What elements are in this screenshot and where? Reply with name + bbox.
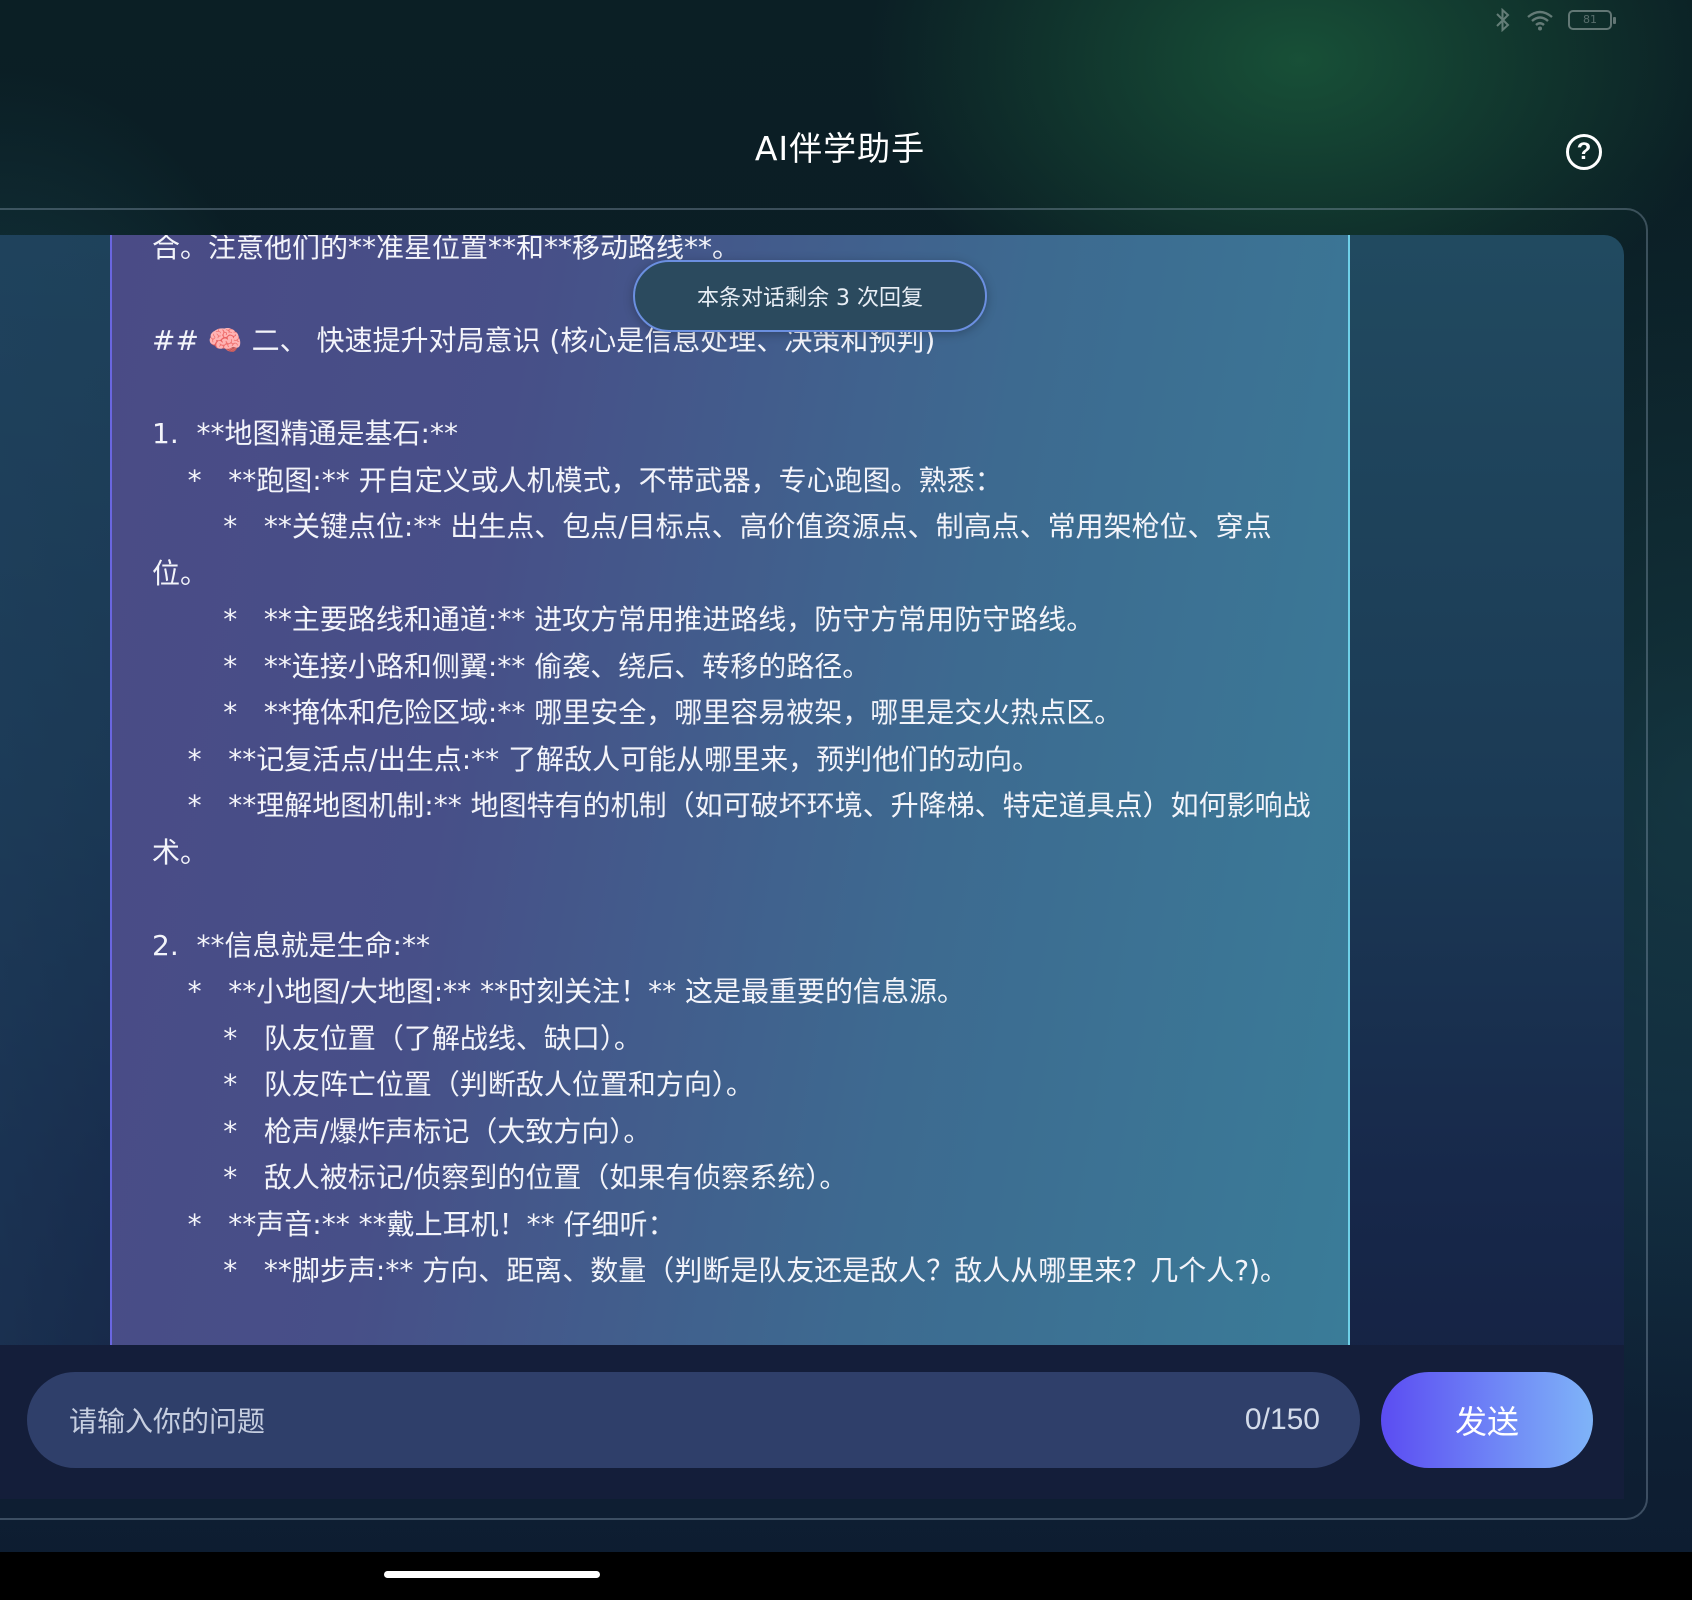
ai-message-bubble: 合。注意他们的**准星位置**和**移动路线**。 ## 🧠 二、 快速提升对局… [110,235,1350,1345]
question-circle-icon: ? [1576,138,1592,165]
chat-panel[interactable]: 合。注意他们的**准星位置**和**移动路线**。 ## 🧠 二、 快速提升对局… [0,235,1624,1499]
home-indicator[interactable] [384,1571,600,1578]
message-line: * **跑图:** 开自定义或人机模式，不带武器，专心跑图。熟悉： [152,463,1003,497]
message-line: * **主要路线和通道:** 进攻方常用推进路线，防守方常用防守路线。 [152,603,1095,636]
page-title: AI伴学助手 [754,129,926,168]
char-counter: 0/150 [1244,1403,1320,1436]
question-input[interactable] [67,1372,1171,1470]
message-line: * **声音:** **戴上耳机！** 仔细听： [152,1207,676,1241]
message-line: * 枪声/爆炸声标记（大致方向）。 [152,1114,652,1148]
message-line: * **连接小路和侧翼:** 偷袭、绕后、转移的路径。 [152,649,871,683]
help-button[interactable]: ? [1566,134,1602,170]
remaining-replies-text: 本条对话剩余 3 次回复 [697,286,923,311]
ai-message-content: 合。注意他们的**准星位置**和**移动路线**。 ## 🧠 二、 快速提升对局… [152,235,1322,1295]
message-line: * **小地图/大地图:** **时刻关注！** 这是最重要的信息源。 [152,975,965,1008]
wifi-icon [1526,9,1554,31]
message-line: * 队友阵亡位置（判断敌人位置和方向）。 [152,1068,754,1101]
message-line: * **记复活点/出生点:** 了解敌人可能从哪里来，预判他们的动向。 [152,742,1041,776]
message-line: * 敌人被标记/侦察到的位置（如果有侦察系统）。 [152,1161,848,1194]
send-button[interactable]: 发送 [1381,1372,1593,1468]
message-line: * **关键点位:** 出生点、包点/目标点、高价值资源点、制高点、常用架枪位、… [152,510,1272,590]
message-line: * **理解地图机制:** 地图特有的机制（如可破坏环境、升降梯、特定道具点）如… [152,789,1311,869]
status-bar: 81 [1494,8,1616,32]
message-line: * **脚步声:** 方向、距离、数量（判断是队友还是敌人？敌人从哪里来？几个人… [152,1254,1289,1287]
battery-indicator: 81 [1568,10,1616,30]
message-line [152,365,1322,412]
system-nav-bar [0,1552,1692,1600]
message-line: 2. **信息就是生命:** [152,928,430,962]
message-line [152,876,1322,923]
remaining-replies-notice: 本条对话剩余 3 次回复 [633,260,987,332]
question-input-container[interactable]: 0/150 [27,1372,1360,1470]
bluetooth-icon [1494,8,1512,32]
message-line: 1. **地图精通是基石:** [152,417,458,450]
message-line: * **掩体和危险区域:** 哪里安全，哪里容易被架，哪里是交火热点区。 [152,696,1123,729]
message-line: * 队友位置（了解战线、缺口）。 [152,1021,642,1055]
